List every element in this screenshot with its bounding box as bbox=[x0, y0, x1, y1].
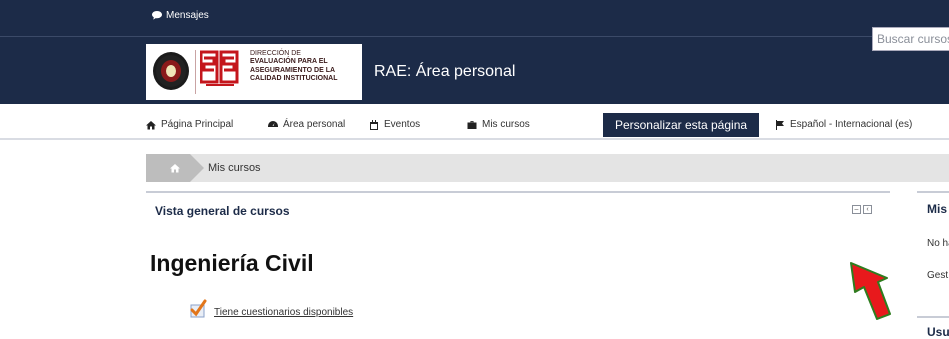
nav-home[interactable]: Página Principal bbox=[146, 119, 233, 130]
messages-link[interactable]: Mensajes bbox=[152, 10, 209, 21]
customize-page-button[interactable]: Personalizar esta página bbox=[603, 113, 759, 137]
block-title: Vista general de cursos bbox=[155, 204, 290, 218]
site-title[interactable]: RAE: Área personal bbox=[374, 63, 515, 81]
minimize-icon[interactable]: – bbox=[852, 205, 861, 214]
block-controls: – ‹ bbox=[852, 205, 872, 214]
home-icon bbox=[146, 120, 156, 129]
nav-my-courses[interactable]: Mis cursos bbox=[467, 119, 530, 130]
quiz-link[interactable]: Tiene cuestionarios disponibles bbox=[214, 307, 353, 318]
red-arrow-icon bbox=[850, 262, 891, 320]
side-block-link[interactable]: Gest bbox=[927, 270, 948, 281]
home-icon bbox=[170, 164, 180, 173]
side-block-title: Mis bbox=[927, 202, 948, 216]
institution-logo[interactable]: DIRECCIÓN DE EVALUACIÓN PARA EL ASEGURAM… bbox=[146, 44, 362, 100]
logo-divider bbox=[195, 50, 196, 94]
breadcrumb-current[interactable]: Mis cursos bbox=[208, 162, 261, 174]
flag-icon bbox=[776, 119, 784, 130]
anniversary-25-icon bbox=[200, 50, 239, 86]
calendar-icon bbox=[370, 119, 378, 130]
side-block-text: No ha bbox=[927, 238, 949, 249]
seal-icon bbox=[153, 52, 189, 90]
messages-label: Mensajes bbox=[166, 10, 209, 21]
top-bar: Mensajes bbox=[0, 0, 949, 36]
quiz-notice: Tiene cuestionarios disponibles bbox=[188, 299, 353, 319]
comment-icon bbox=[152, 11, 162, 20]
nav-events[interactable]: Eventos bbox=[369, 119, 420, 130]
nav-dashboard[interactable]: Área personal bbox=[268, 119, 345, 130]
search-input[interactable]: Buscar cursos bbox=[872, 27, 949, 51]
dock-icon[interactable]: ‹ bbox=[863, 205, 872, 214]
side-block-users bbox=[917, 316, 949, 318]
language-menu[interactable]: Español - Internacional (es) bbox=[775, 119, 912, 130]
dashboard-icon bbox=[268, 120, 278, 127]
breadcrumb: Mis cursos bbox=[146, 154, 949, 182]
checkmark-icon bbox=[190, 299, 207, 318]
course-title[interactable]: Ingeniería Civil bbox=[150, 250, 314, 277]
course-overview-block bbox=[146, 191, 890, 193]
breadcrumb-home[interactable] bbox=[146, 154, 204, 182]
logo-text: DIRECCIÓN DE EVALUACIÓN PARA EL ASEGURAM… bbox=[250, 50, 338, 83]
briefcase-icon bbox=[467, 120, 477, 129]
site-header: DIRECCIÓN DE EVALUACIÓN PARA EL ASEGURAM… bbox=[0, 36, 949, 104]
main-nav: Página Principal Área personal Eventos M… bbox=[0, 104, 949, 140]
